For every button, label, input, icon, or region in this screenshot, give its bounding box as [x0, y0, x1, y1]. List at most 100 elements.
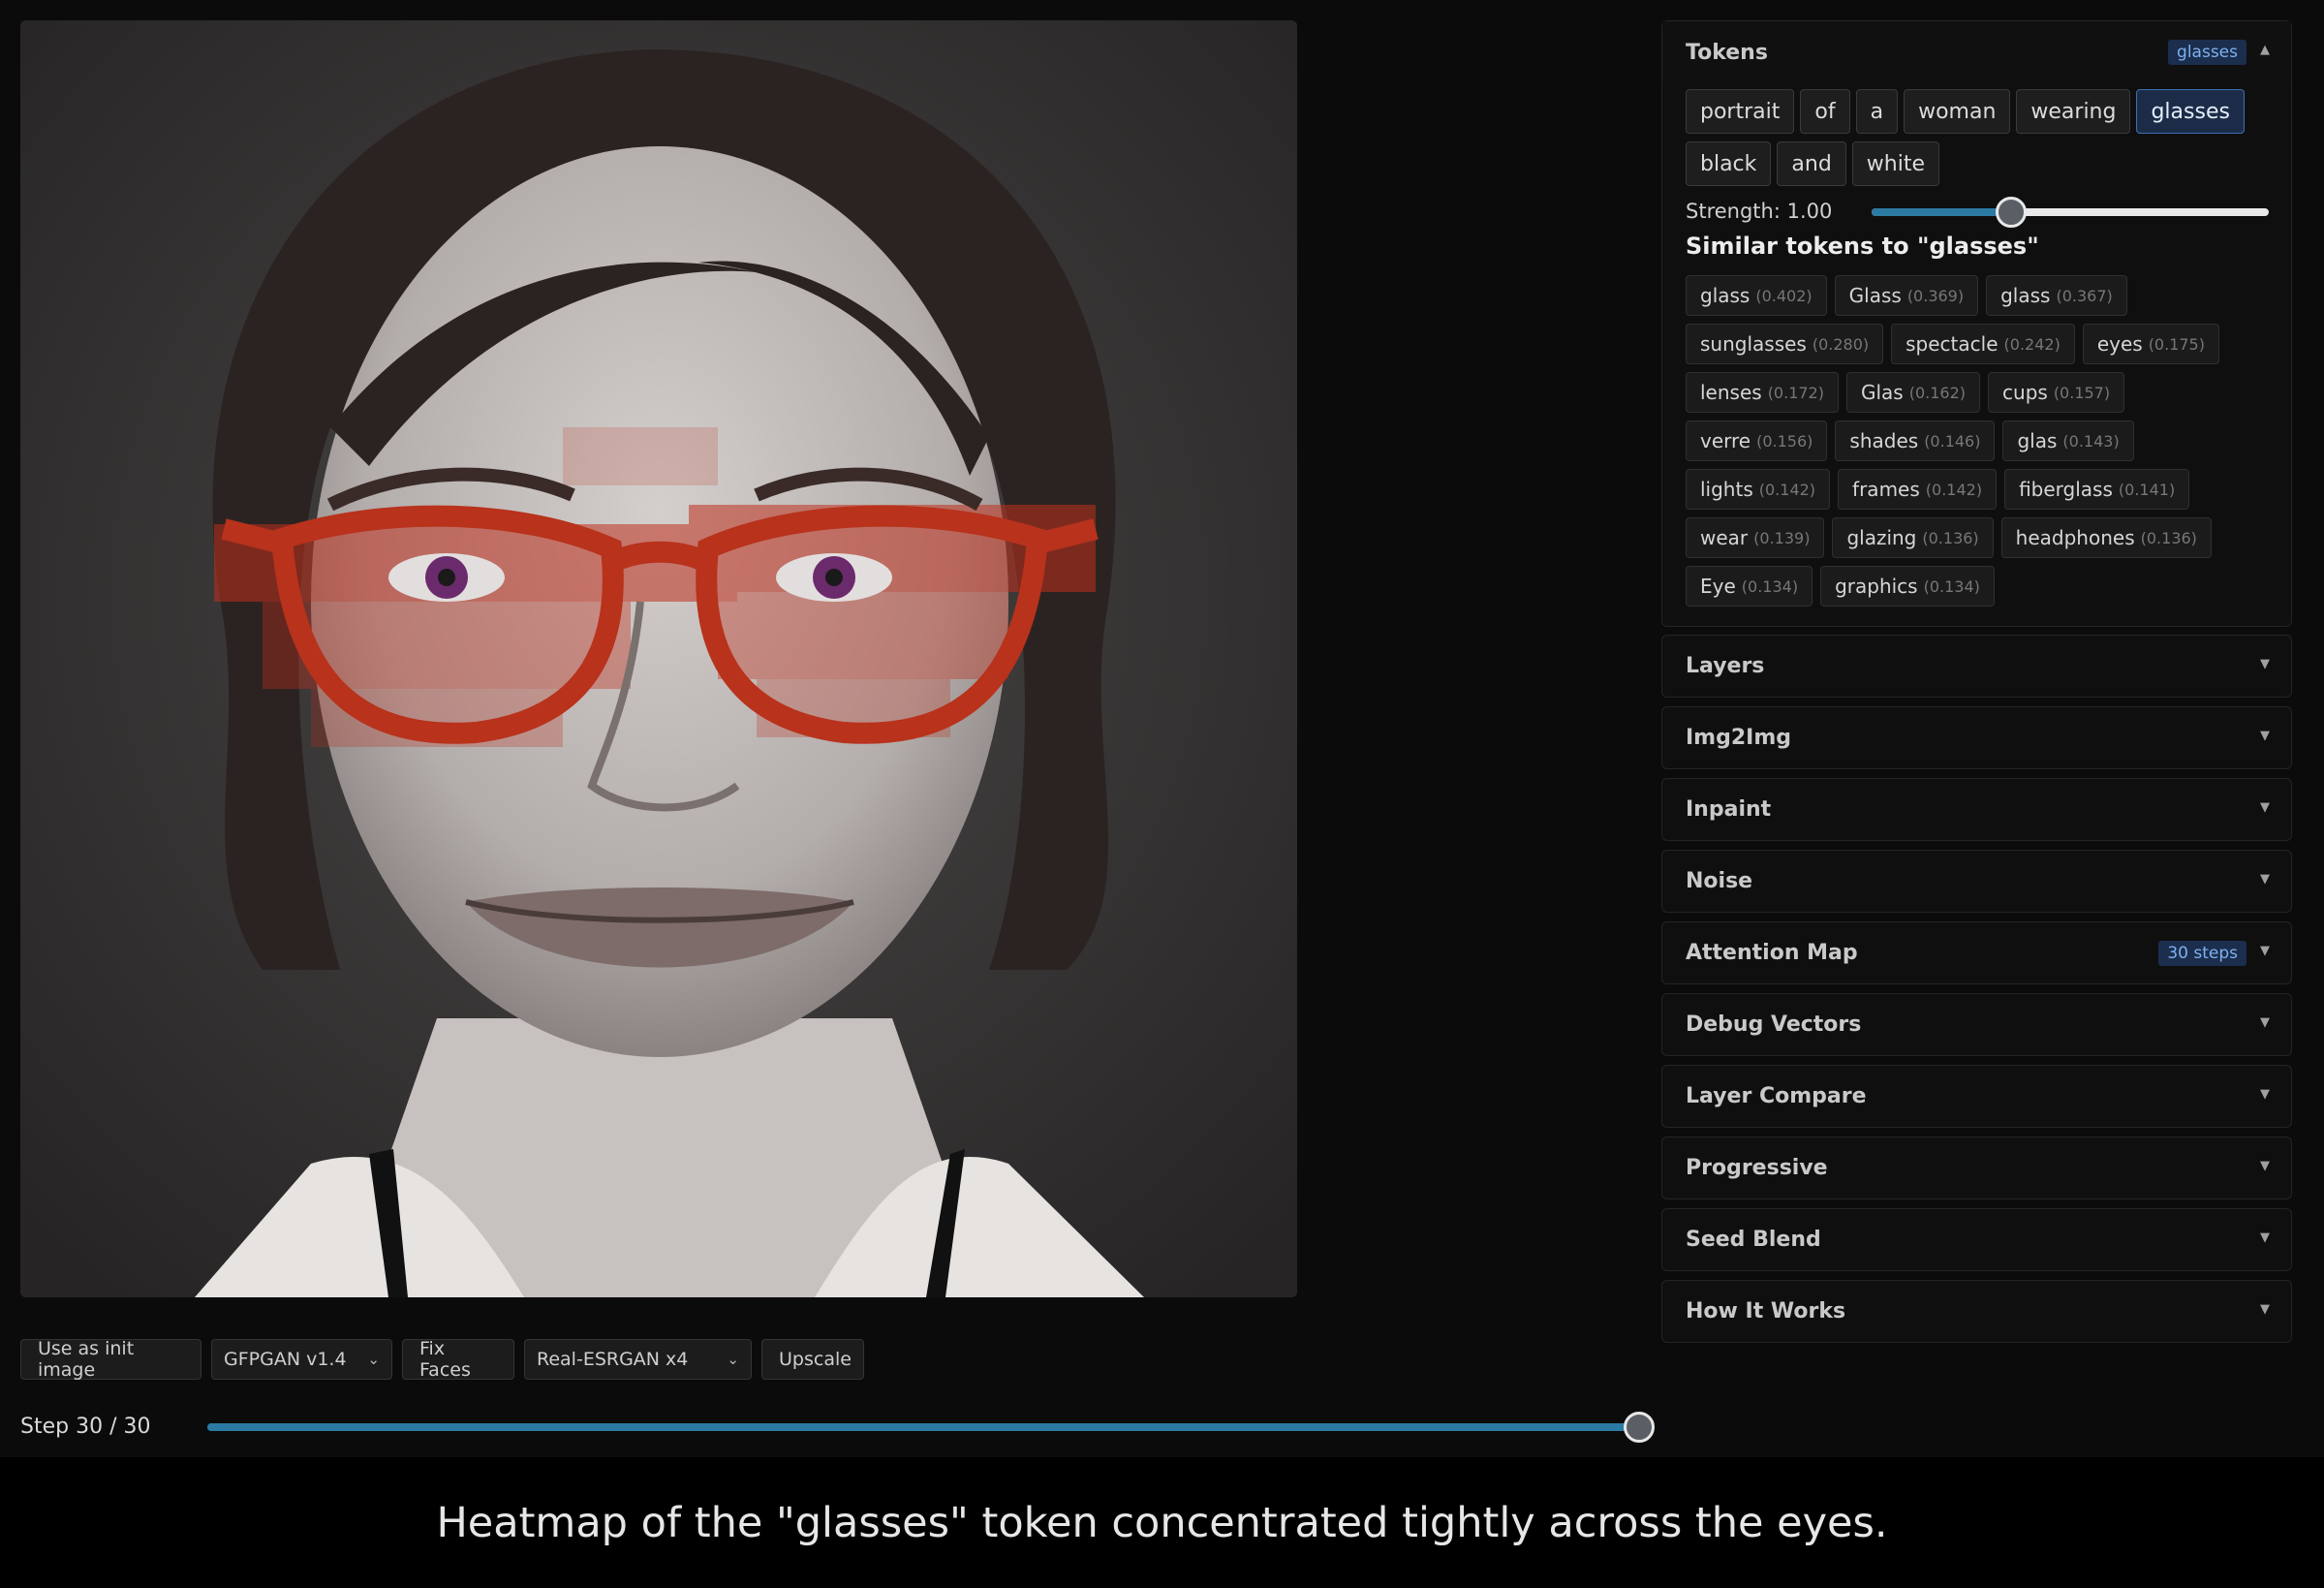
chevron-down-icon[interactable]: ▼	[2260, 657, 2270, 671]
token-chip[interactable]: white	[1851, 141, 1940, 186]
similar-token-chip[interactable]: graphics (0.134)	[1820, 566, 1995, 607]
similar-token-chip[interactable]: shades (0.146)	[1835, 420, 1996, 461]
token-chip[interactable]: and	[1777, 141, 1846, 186]
panel-title: Progressive	[1686, 1156, 1828, 1180]
panel-header[interactable]: Progressive ▼	[1662, 1137, 2291, 1199]
similar-token-word: wear	[1700, 526, 1749, 549]
face-model-select[interactable]: GFPGAN v1.4 ⌄	[211, 1339, 392, 1380]
chevron-down-icon[interactable]: ▼	[2260, 1087, 2270, 1102]
similar-token-score: (0.146)	[1924, 431, 1981, 451]
panel-seed-blend: Seed Blend ▼	[1661, 1208, 2292, 1271]
step-slider[interactable]	[207, 1412, 1655, 1443]
chevron-down-icon[interactable]: ▼	[2260, 729, 2270, 743]
similar-token-chip[interactable]: glass (0.367)	[1986, 275, 2127, 316]
similar-token-score: (0.134)	[1741, 576, 1799, 596]
similar-token-word: verre	[1700, 429, 1751, 452]
similar-token-chip[interactable]: eyes (0.175)	[2082, 324, 2219, 364]
similar-token-chip[interactable]: headphones (0.136)	[2000, 517, 2212, 558]
panel-img2img: Img2Img ▼	[1661, 706, 2292, 769]
similar-token-chip[interactable]: cups (0.157)	[1988, 372, 2125, 413]
token-chip[interactable]: a	[1855, 89, 1899, 134]
step-slider-thumb[interactable]	[1624, 1412, 1655, 1443]
upscaler-select[interactable]: Real-ESRGAN x4 ⌄	[524, 1339, 752, 1380]
panel-header[interactable]: Inpaint ▼	[1662, 779, 2291, 840]
token-chip[interactable]: black	[1686, 141, 1772, 186]
panel-header[interactable]: Img2Img ▼	[1662, 707, 2291, 768]
upscale-button[interactable]: Upscale	[761, 1339, 864, 1380]
panel-header[interactable]: Layer Compare ▼	[1662, 1066, 2291, 1127]
similar-token-chip[interactable]: lenses (0.172)	[1686, 372, 1839, 413]
strength-slider[interactable]	[1872, 197, 2269, 228]
tokens-panel-header[interactable]: Tokens glasses ▲	[1662, 21, 2291, 83]
panel-progressive: Progressive ▼	[1661, 1137, 2292, 1199]
similar-token-score: (0.134)	[1923, 576, 1980, 596]
similar-token-chip[interactable]: Eye (0.134)	[1686, 566, 1813, 607]
token-chip[interactable]: portrait	[1686, 89, 1795, 134]
chevron-down-icon[interactable]: ▼	[2260, 800, 2270, 815]
similar-token-word: Glas	[1860, 381, 1904, 404]
generated-image	[20, 20, 1297, 1297]
caption-bar: Heatmap of the "glasses" token concentra…	[0, 1457, 2324, 1588]
panel-title: Img2Img	[1686, 726, 1792, 750]
similar-token-score: (0.172)	[1767, 383, 1824, 402]
chevron-down-icon[interactable]: ▼	[2260, 1015, 2270, 1030]
panel-debug-vectors: Debug Vectors ▼	[1661, 993, 2292, 1056]
chevron-up-icon[interactable]: ▲	[2260, 43, 2270, 57]
chevron-down-icon[interactable]: ▼	[2260, 944, 2270, 958]
step-label: Step 30 / 30	[20, 1415, 151, 1439]
panel-inpaint: Inpaint ▼	[1661, 778, 2292, 841]
similar-token-word: lights	[1700, 478, 1753, 501]
similar-token-chip[interactable]: spectacle (0.242)	[1891, 324, 2075, 364]
similar-tokens-title: Similar tokens to "glasses"	[1686, 233, 2039, 260]
upscaler-value: Real-ESRGAN x4	[537, 1349, 689, 1370]
panel-header[interactable]: Layers ▼	[1662, 636, 2291, 697]
similar-tokens-list: glass (0.402) Glass (0.369) glass (0.367) sung…	[1686, 275, 2267, 607]
caption-text: Heatmap of the "glasses" token concentra…	[436, 1498, 1888, 1547]
chevron-down-icon[interactable]: ▼	[2260, 1302, 2270, 1317]
similar-token-chip[interactable]: glazing (0.136)	[1832, 517, 1994, 558]
panel-header[interactable]: Noise ▼	[1662, 851, 2291, 912]
similar-token-score: (0.367)	[2056, 286, 2113, 305]
panel-title: Attention Map	[1686, 941, 1858, 965]
strength-slider-thumb[interactable]	[1995, 197, 2027, 228]
similar-token-chip[interactable]: wear (0.139)	[1686, 517, 1825, 558]
token-list: black and white	[1686, 141, 2268, 186]
similar-token-chip[interactable]: glass (0.402)	[1686, 275, 1827, 316]
chevron-down-icon[interactable]: ▼	[2260, 1159, 2270, 1173]
token-chip[interactable]: wearing	[2016, 89, 2131, 134]
similar-token-chip[interactable]: sunglasses (0.280)	[1686, 324, 1884, 364]
similar-token-chip[interactable]: Glas (0.162)	[1845, 372, 1981, 413]
similar-token-chip[interactable]: glas (0.143)	[2002, 420, 2134, 461]
token-chip[interactable]: glasses	[2136, 89, 2245, 134]
similar-token-word: spectacle	[1906, 332, 1999, 356]
similar-token-chip[interactable]: fiberglass (0.141)	[2004, 469, 2190, 510]
similar-token-score: (0.139)	[1753, 528, 1811, 547]
similar-token-score: (0.136)	[1922, 528, 1979, 547]
similar-token-score: (0.143)	[2062, 431, 2120, 451]
panel-header[interactable]: Debug Vectors ▼	[1662, 994, 2291, 1055]
similar-token-score: (0.136)	[2140, 528, 2197, 547]
similar-token-word: sunglasses	[1700, 332, 1807, 356]
token-chip[interactable]: of	[1800, 89, 1850, 134]
similar-token-word: headphones	[2015, 526, 2135, 549]
fix-faces-button[interactable]: Fix Faces	[402, 1338, 514, 1381]
similar-token-chip[interactable]: frames (0.142)	[1838, 469, 1998, 510]
tokens-panel: Tokens glasses ▲ portrait of a woman wearing…	[1661, 20, 2292, 627]
similar-token-chip[interactable]: Glass (0.369)	[1834, 275, 1979, 316]
chevron-down-icon[interactable]: ▼	[2260, 872, 2270, 887]
panel-title: Noise	[1686, 869, 1753, 893]
use-as-init-image-button[interactable]: Use as init image	[20, 1338, 201, 1381]
similar-token-chip[interactable]: verre (0.156)	[1686, 420, 1828, 461]
similar-token-score: (0.157)	[2053, 383, 2111, 402]
similar-token-word: cups	[2002, 381, 2048, 404]
chevron-down-icon[interactable]: ▼	[2260, 1230, 2270, 1245]
panel-header[interactable]: Seed Blend ▼	[1662, 1209, 2291, 1270]
panel-header[interactable]: How It Works ▼	[1662, 1281, 2291, 1342]
collapsed-panels: Layers ▼ Img2Img ▼ Inpaint ▼ Noise ▼ Attention M…	[1661, 635, 2292, 1343]
similar-token-word: glass	[2000, 284, 2051, 307]
token-chip[interactable]: woman	[1904, 89, 2011, 134]
similar-token-word: glas	[2017, 429, 2058, 452]
chevron-down-icon: ⌄	[727, 1351, 739, 1368]
panel-header[interactable]: Attention Map 30 steps ▼	[1662, 922, 2291, 983]
similar-token-chip[interactable]: lights (0.142)	[1686, 469, 1831, 510]
